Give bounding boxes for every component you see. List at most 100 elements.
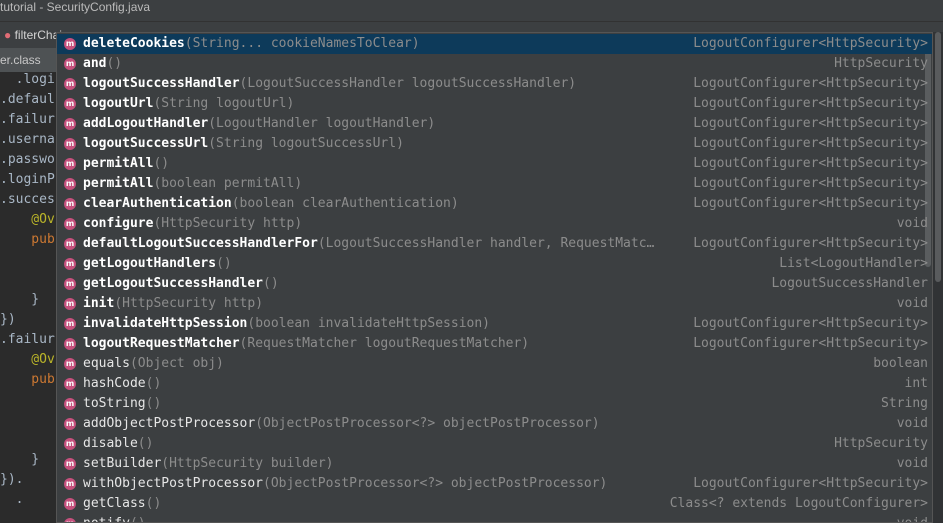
method-icon: m [64,158,76,170]
completion-method-signature: withObjectPostProcessor(ObjectPostProces… [83,474,607,494]
window-title-bar: tutorial - SecurityConfig.java [0,0,943,22]
completion-item[interactable]: m addObjectPostProcessor(ObjectPostProces… [57,414,932,434]
code-line: pub [0,232,55,247]
completion-item[interactable]: m withObjectPostProcessor(ObjectPostProce… [57,474,932,494]
completion-item[interactable]: m logoutSuccessHandler(LogoutSuccessHandl… [57,74,932,94]
completion-method-name: disable [83,436,138,451]
method-icon: m [64,98,76,110]
completion-method-name: getClass [83,496,146,511]
completion-item[interactable]: m invalidateHttpSession(boolean invalidat… [57,314,932,334]
completion-item[interactable]: m init(HttpSecurity http) void [57,294,932,314]
completion-return-type: void [896,416,928,431]
completion-method-signature: permitAll() [83,154,169,174]
completion-item[interactable]: m and() HttpSecurity [57,54,932,74]
method-icon: m [64,258,76,270]
code-line: @Ov [0,352,55,367]
method-icon: m [64,58,76,70]
method-icon: m [64,38,76,50]
code-line: }). [0,472,24,487]
code-line: .passwo [0,152,55,167]
completion-method-signature: addObjectPostProcessor(ObjectPostProcess… [83,414,600,434]
code-editor[interactable]: .logi .defaul .failur .userna .passwo .loginP… [0,72,56,523]
completion-return-type: void [896,216,928,231]
completion-item[interactable]: m deleteCookies(String... cookieNamesToCl… [57,34,932,54]
completion-return-type: void [896,456,928,471]
completion-method-signature: hashCode() [83,374,161,394]
completion-method-params: (boolean clearAuthentication) [231,196,459,211]
completion-method-params: (String... cookieNamesToClear) [184,36,420,51]
completion-item[interactable]: m logoutSuccessUrl(String logoutSuccessUr… [57,134,932,154]
breadcrumb-item[interactable]: filterChai [15,28,62,42]
completion-return-type: LogoutConfigurer<HttpSecurity> [693,176,928,191]
method-icon: m [64,78,76,90]
completion-item[interactable]: m equals(Object obj) boolean [57,354,932,374]
completion-method-name: toString [83,396,146,411]
completion-return-type: LogoutConfigurer<HttpSecurity> [693,136,928,151]
completion-item[interactable]: m getClass() Class<? extends LogoutConfigu… [57,494,932,514]
completion-method-params: (boolean invalidateHttpSession) [247,316,491,331]
completion-item[interactable]: m defaultLogoutSuccessHandlerFor(LogoutSu… [57,234,932,254]
completion-method-name: hashCode [83,376,146,391]
completion-return-type: LogoutConfigurer<HttpSecurity> [693,36,928,51]
completion-item[interactable]: m toString() String [57,394,932,414]
completion-return-type: LogoutConfigurer<HttpSecurity> [693,316,928,331]
code-line: . [0,492,24,507]
method-icon: m [64,278,76,290]
editor-tab[interactable]: er.class [0,48,56,72]
completion-method-signature: logoutSuccessUrl(String logoutSuccessUrl… [83,134,404,154]
editor-scrollbar[interactable] [933,32,943,523]
completion-method-name: logoutRequestMatcher [83,336,240,351]
completion-item[interactable]: m addLogoutHandler(LogoutHandler logoutHa… [57,114,932,134]
completion-method-params: (HttpSecurity http) [114,296,264,311]
completion-method-name: permitAll [83,176,154,191]
completion-method-params: (ObjectPostProcessor<?> objectPostProces… [263,476,608,491]
completion-method-name: getLogoutSuccessHandler [83,276,264,291]
completion-method-params: () [130,516,146,522]
code-line: .failur [0,332,55,347]
completion-return-type: HttpSecurity [834,436,928,451]
completion-item[interactable]: m getLogoutSuccessHandler() LogoutSuccessH… [57,274,932,294]
completion-return-type: LogoutConfigurer<HttpSecurity> [693,336,928,351]
code-line: .userna [0,132,55,147]
completion-method-params: () [216,256,232,271]
completion-method-params: (RequestMatcher logoutRequestMatcher) [239,336,530,351]
completion-item[interactable]: m setBuilder(HttpSecurity builder) void [57,454,932,474]
completion-item[interactable]: m permitAll(boolean permitAll) LogoutConfi… [57,174,932,194]
completion-method-params: (ObjectPostProcessor<?> objectPostProces… [255,416,600,431]
completion-return-type: List<LogoutHandler> [779,256,928,271]
completion-method-signature: defaultLogoutSuccessHandlerFor(LogoutSuc… [83,234,654,254]
completion-return-type: boolean [873,356,928,371]
editor-scrollbar-thumb[interactable] [935,32,941,282]
completion-method-signature: addLogoutHandler(LogoutHandler logoutHan… [83,114,435,134]
completion-item[interactable]: m logoutRequestMatcher(RequestMatcher log… [57,334,932,354]
code-line: .defaul [0,92,55,107]
completion-item[interactable]: m getLogoutHandlers() List<LogoutHandler> [57,254,932,274]
completion-return-type: int [904,376,928,391]
completion-method-name: defaultLogoutSuccessHandlerFor [83,236,318,251]
completion-item[interactable]: m notify() void [57,514,932,522]
code-line: pub [0,372,55,387]
completion-item[interactable]: m clearAuthentication(boolean clearAuthen… [57,194,932,214]
method-icon: m [64,518,76,522]
code-line: .failur [0,112,55,127]
completion-return-type: LogoutSuccessHandler [771,276,928,291]
method-icon: m [64,358,76,370]
breadcrumb[interactable]: ● filterChai [4,28,62,42]
completion-return-type: LogoutConfigurer<HttpSecurity> [693,236,928,251]
code-line: }) [0,312,16,327]
completion-method-signature: and() [83,54,122,74]
completion-item[interactable]: m logoutUrl(String logoutUrl) LogoutConfig… [57,94,932,114]
completion-method-name: deleteCookies [83,36,185,51]
code-line: .logi [0,72,55,87]
completion-method-signature: getClass() [83,494,161,514]
completion-item[interactable]: m permitAll() LogoutConfigurer<HttpSecurit… [57,154,932,174]
code-completion-popup[interactable]: m deleteCookies(String... cookieNamesToCl… [56,32,933,523]
completion-method-name: getLogoutHandlers [83,256,217,271]
completion-item[interactable]: m disable() HttpSecurity [57,434,932,454]
completion-method-name: logoutSuccessHandler [83,76,240,91]
completion-method-name: addObjectPostProcessor [83,416,256,431]
completion-item[interactable]: m configure(HttpSecurity http) void [57,214,932,234]
completion-item[interactable]: m hashCode() int [57,374,932,394]
completion-method-signature: logoutSuccessHandler(LogoutSuccessHandle… [83,74,576,94]
completion-method-params: (LogoutHandler logoutHandler) [208,116,436,131]
